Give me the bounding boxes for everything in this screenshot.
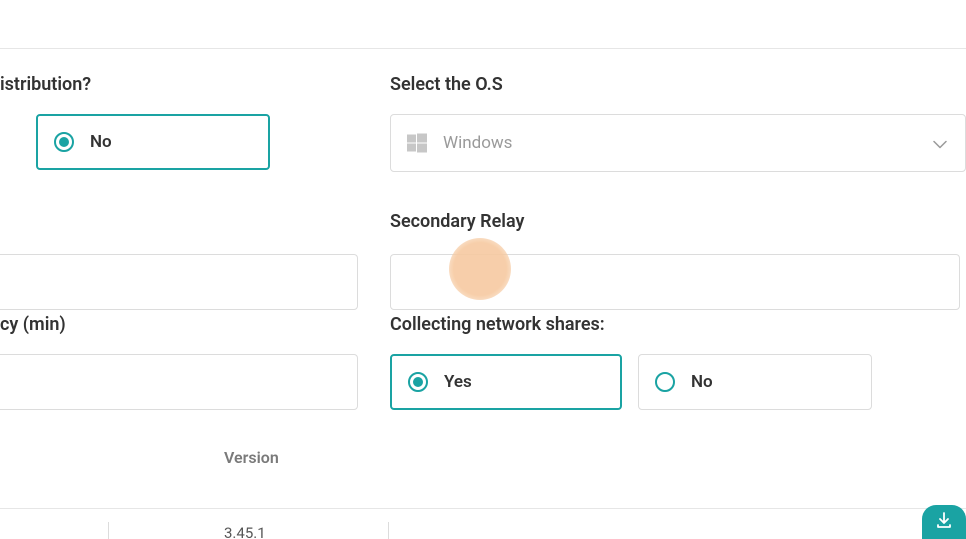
distribution-no-label: No	[90, 132, 112, 152]
download-button[interactable]	[922, 505, 966, 539]
cy-min-label: cy (min)	[0, 314, 66, 335]
distribution-label: istribution?	[0, 74, 91, 95]
collecting-no-label: No	[691, 372, 713, 392]
chevron-down-icon	[933, 134, 947, 153]
radio-dot	[413, 377, 423, 387]
collecting-yes-radio[interactable]: Yes	[390, 354, 622, 410]
collecting-shares-label: Collecting network shares:	[390, 314, 605, 335]
windows-icon	[407, 133, 427, 153]
radio-unselected-icon	[655, 372, 675, 392]
version-column-header: Version	[224, 448, 279, 467]
collecting-yes-label: Yes	[444, 372, 472, 392]
os-selected-value: Windows	[443, 133, 512, 153]
left-input-partial[interactable]	[0, 254, 358, 310]
secondary-relay-input[interactable]	[390, 254, 960, 310]
collecting-no-radio[interactable]: No	[638, 354, 872, 410]
table-row-divider	[0, 508, 966, 509]
table-vsep-2	[388, 522, 389, 539]
table-vsep-1	[108, 522, 109, 539]
cy-min-input[interactable]	[0, 354, 358, 410]
radio-selected-icon	[54, 132, 74, 152]
radio-selected-icon	[408, 372, 428, 392]
divider-top	[0, 48, 966, 49]
download-icon	[935, 511, 953, 533]
version-cell: 3.45.1	[224, 524, 266, 539]
os-select[interactable]: Windows	[390, 114, 966, 172]
os-label: Select the O.S	[390, 74, 503, 95]
radio-dot	[59, 137, 69, 147]
distribution-no-radio[interactable]: No	[36, 114, 270, 170]
secondary-relay-label: Secondary Relay	[390, 211, 524, 232]
